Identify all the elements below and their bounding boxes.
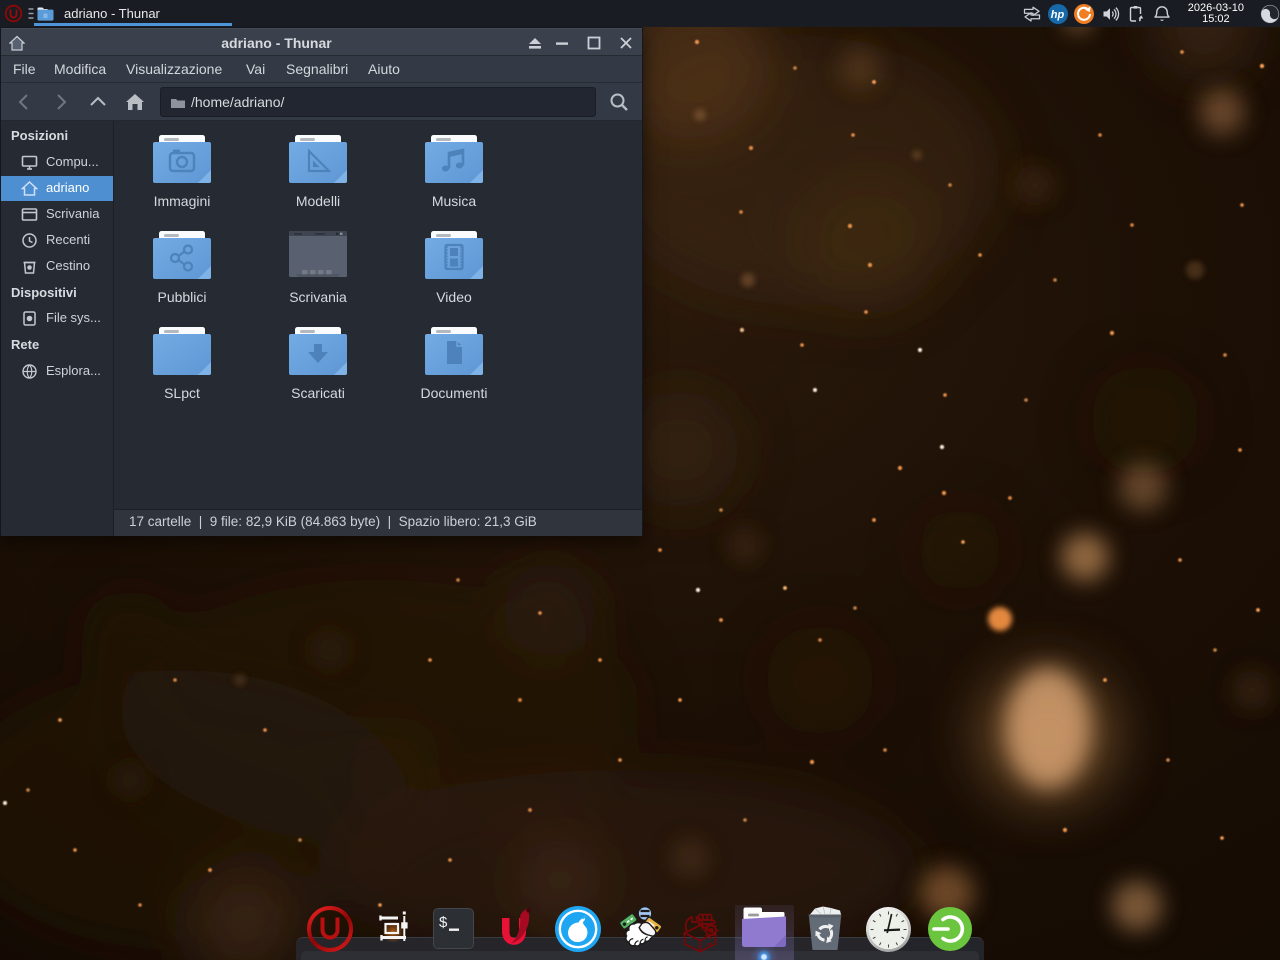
svg-text:$: $ — [439, 914, 448, 931]
svg-text:hp: hp — [1050, 9, 1064, 21]
